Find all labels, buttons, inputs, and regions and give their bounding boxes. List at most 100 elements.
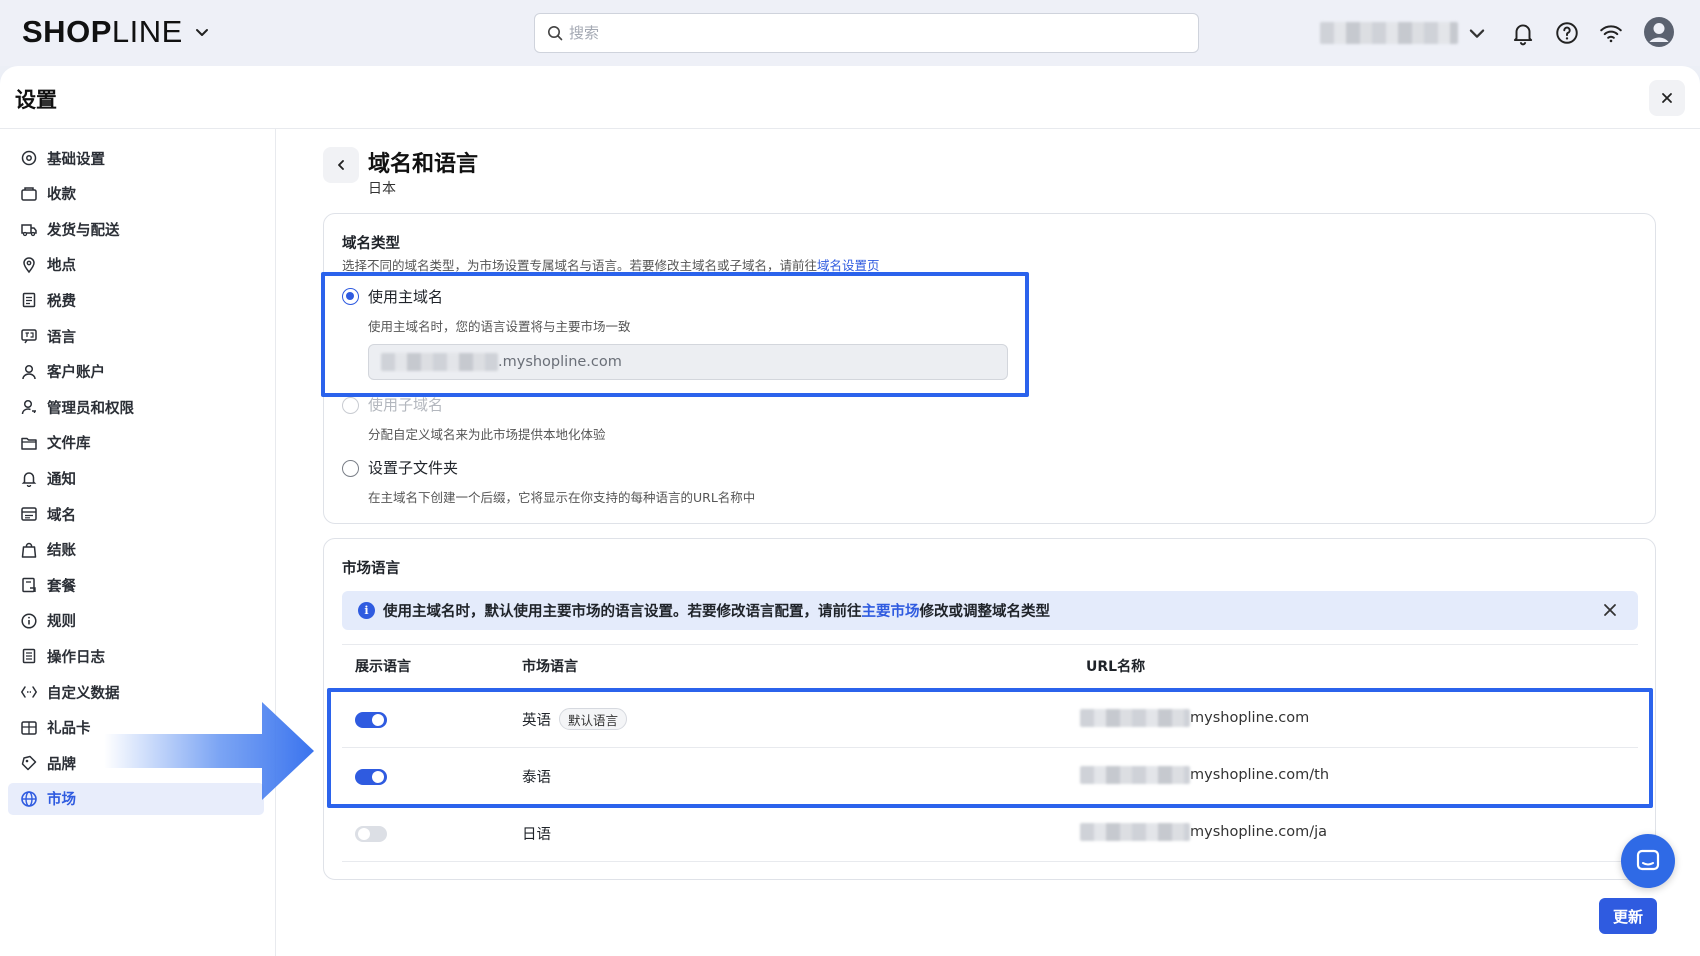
logo-text-o: O bbox=[66, 14, 91, 49]
url-thai: myshopline.com/th bbox=[1080, 766, 1329, 784]
sidebar-item-label: 自定义数据 bbox=[47, 685, 120, 702]
sidebar-item-label: 品牌 bbox=[47, 756, 76, 773]
toggle-english[interactable] bbox=[355, 712, 387, 728]
sidebar-item-wallet[interactable]: 收款 bbox=[8, 178, 264, 210]
table-row-divider bbox=[342, 804, 1638, 805]
globe-icon bbox=[20, 790, 38, 808]
radio-subfolder[interactable] bbox=[342, 460, 359, 477]
sidebar-item-label: 礼品卡 bbox=[47, 721, 91, 738]
notice-close-icon[interactable] bbox=[1600, 600, 1620, 620]
bell-icon bbox=[20, 469, 38, 488]
option-subdomain-desc: 分配自定义域名来为此市场提供本地化体验 bbox=[368, 427, 606, 442]
url-prefix-redacted bbox=[1080, 766, 1190, 784]
domain-type-label: 域名类型 bbox=[342, 236, 400, 252]
chat-support-button[interactable] bbox=[1621, 834, 1675, 888]
url-suffix: myshopline.com/ja bbox=[1190, 824, 1328, 840]
bag-icon bbox=[20, 541, 38, 559]
log-icon bbox=[20, 647, 38, 665]
language-icon bbox=[20, 327, 38, 345]
plan-icon bbox=[20, 576, 38, 594]
url-suffix: myshopline.com bbox=[1190, 710, 1310, 726]
wallet-icon bbox=[20, 185, 38, 203]
avatar-icon[interactable] bbox=[1643, 16, 1675, 48]
language-japanese: 日语 bbox=[522, 827, 551, 843]
main-market-link[interactable]: 主要市场 bbox=[862, 600, 920, 621]
toggle-japanese[interactable] bbox=[355, 826, 387, 842]
info-icon bbox=[20, 612, 38, 630]
domain-icon bbox=[20, 505, 38, 523]
info-notice: i 使用主域名时，默认使用主要市场的语言设置。若要修改语言配置，请前往 主要市场修… bbox=[342, 591, 1638, 630]
update-button[interactable]: 更新 bbox=[1599, 898, 1657, 934]
table-row-divider bbox=[342, 747, 1638, 748]
radio-subdomain[interactable] bbox=[342, 397, 359, 414]
close-settings-button[interactable] bbox=[1649, 80, 1685, 116]
back-button[interactable] bbox=[323, 147, 359, 183]
sidebar-item-label: 税费 bbox=[47, 293, 76, 310]
search-box[interactable] bbox=[534, 13, 1199, 53]
sidebar-item-bag[interactable]: 结账 bbox=[8, 534, 264, 566]
page-title: 域名和语言 bbox=[368, 152, 479, 177]
search-input[interactable] bbox=[569, 24, 1169, 42]
toggle-thai[interactable] bbox=[355, 769, 387, 785]
sidebar-item-log[interactable]: 操作日志 bbox=[8, 640, 264, 672]
brand-icon bbox=[20, 754, 38, 772]
domain-type-desc-text: 选择不同的域名类型，为市场设置专属域名与语言。若要修改主域名或子域名，请前往 bbox=[342, 258, 818, 273]
help-icon[interactable] bbox=[1554, 20, 1580, 46]
chevron-down-icon bbox=[195, 29, 208, 36]
domain-settings-link[interactable]: 域名设置页 bbox=[817, 258, 880, 273]
sidebar-item-user-key[interactable]: 管理员和权限 bbox=[8, 391, 264, 423]
store-name-redacted[interactable] bbox=[1320, 22, 1458, 44]
settings-sidebar: 基础设置收款发货与配送地点税费语言客户账户管理员和权限文件库通知域名结账套餐规则… bbox=[0, 129, 276, 956]
logo-text-sh: SH bbox=[22, 14, 67, 49]
option-main-domain-label[interactable]: 使用主域名 bbox=[368, 286, 443, 307]
chat-icon bbox=[1636, 849, 1660, 871]
logo-text-p: P bbox=[90, 14, 112, 49]
top-bar: SH O P LINE bbox=[0, 0, 1700, 66]
store-chevron-down-icon[interactable] bbox=[1466, 22, 1488, 44]
sidebar-item-location[interactable]: 地点 bbox=[8, 249, 264, 281]
sidebar-item-label: 地点 bbox=[47, 258, 76, 275]
sidebar-item-label: 收款 bbox=[47, 187, 76, 204]
user-key-icon bbox=[20, 398, 38, 416]
sidebar-item-receipt[interactable]: 税费 bbox=[8, 284, 264, 316]
sidebar-item-info[interactable]: 规则 bbox=[8, 605, 264, 637]
location-icon bbox=[20, 256, 38, 274]
sidebar-item-truck[interactable]: 发货与配送 bbox=[8, 213, 264, 245]
sidebar-item-label: 管理员和权限 bbox=[47, 400, 134, 417]
column-header-display-language: 展示语言 bbox=[355, 659, 411, 675]
sidebar-item-label: 套餐 bbox=[47, 578, 76, 595]
default-language-badge: 默认语言 bbox=[559, 708, 628, 730]
domain-type-description: 选择不同的域名类型，为市场设置专属域名与语言。若要修改主域名或子域名，请前往域名… bbox=[342, 255, 880, 274]
option-subdomain-label[interactable]: 使用子域名 bbox=[368, 394, 443, 415]
gear-icon bbox=[20, 149, 38, 167]
radio-main-domain[interactable] bbox=[342, 288, 359, 305]
page-subtitle: 日本 bbox=[368, 181, 396, 197]
sidebar-item-bell[interactable]: 通知 bbox=[8, 462, 264, 494]
sidebar-item-label: 域名 bbox=[47, 507, 76, 524]
sidebar-item-language[interactable]: 语言 bbox=[8, 320, 264, 352]
receipt-icon bbox=[20, 291, 38, 309]
url-japanese: myshopline.com/ja bbox=[1080, 823, 1327, 841]
sidebar-item-user[interactable]: 客户账户 bbox=[8, 356, 264, 388]
sidebar-item-label: 语言 bbox=[47, 329, 76, 346]
gift-card-icon bbox=[20, 719, 38, 737]
domain-prefix-redacted bbox=[381, 353, 498, 371]
sidebar-item-label: 通知 bbox=[47, 471, 76, 488]
url-suffix: myshopline.com/th bbox=[1190, 767, 1330, 783]
sidebar-item-gear[interactable]: 基础设置 bbox=[8, 142, 264, 174]
url-prefix-redacted bbox=[1080, 823, 1190, 841]
main-domain-field: .myshopline.com bbox=[368, 344, 1008, 380]
truck-icon bbox=[20, 220, 38, 238]
sidebar-item-label: 结账 bbox=[47, 543, 76, 560]
sidebar-item-plan[interactable]: 套餐 bbox=[8, 569, 264, 601]
column-header-market-language: 市场语言 bbox=[522, 659, 578, 675]
sidebar-item-domain[interactable]: 域名 bbox=[8, 498, 264, 530]
wifi-icon[interactable] bbox=[1598, 20, 1624, 46]
shopline-logo[interactable]: SH O P LINE bbox=[22, 14, 211, 50]
domain-suffix: .myshopline.com bbox=[498, 354, 622, 370]
close-icon bbox=[1662, 93, 1672, 103]
option-subfolder-label[interactable]: 设置子文件夹 bbox=[368, 457, 458, 478]
user-icon bbox=[20, 363, 38, 381]
sidebar-item-folder[interactable]: 文件库 bbox=[8, 427, 264, 459]
bell-icon[interactable] bbox=[1510, 20, 1536, 46]
